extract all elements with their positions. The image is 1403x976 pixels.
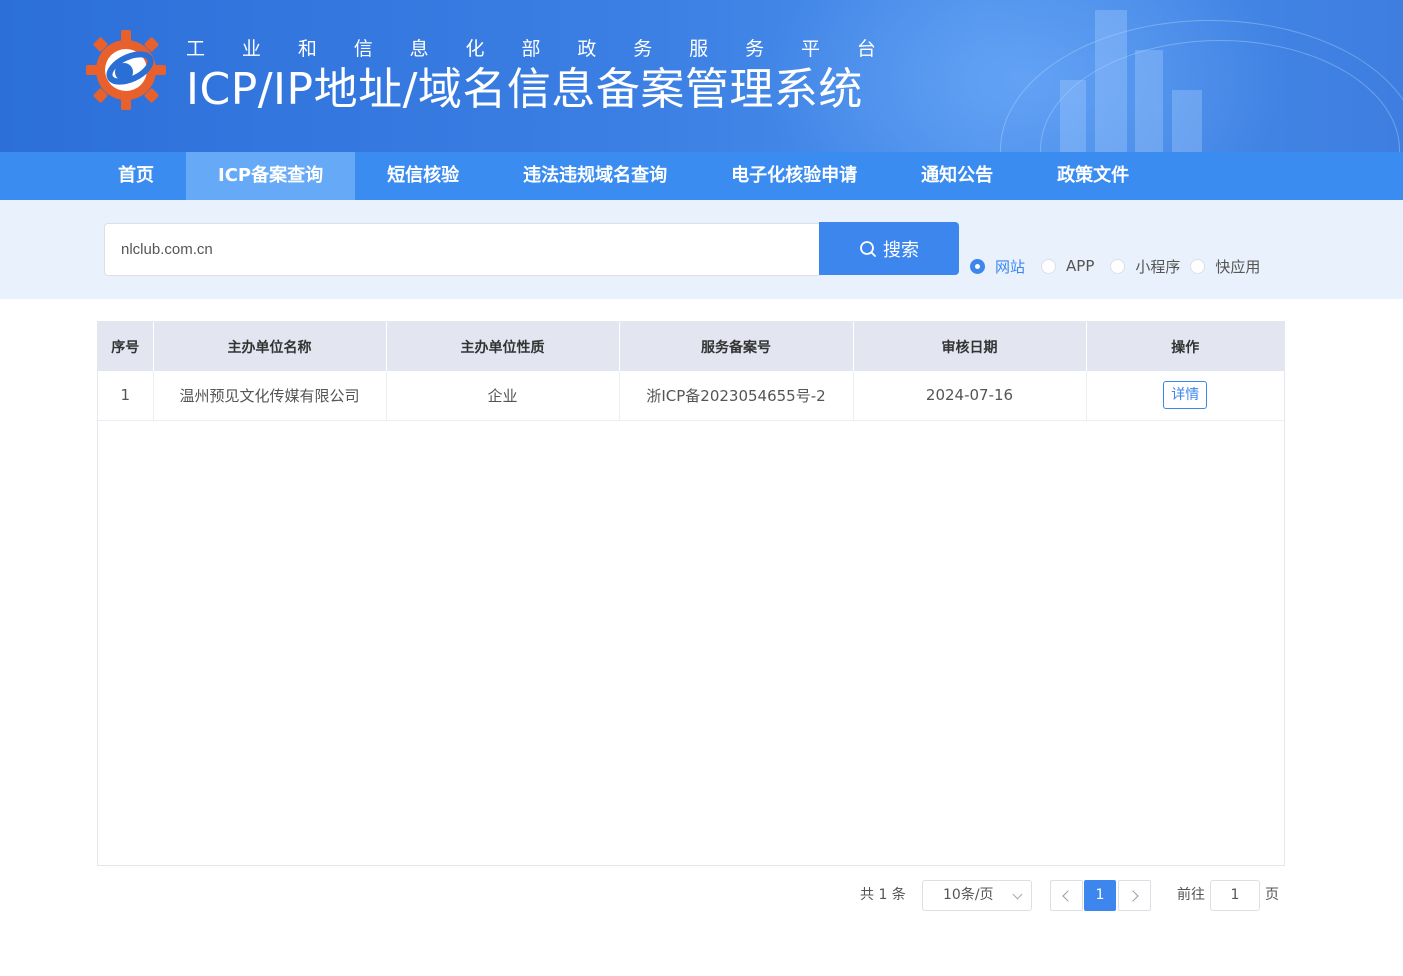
search-input[interactable]: nlclub.com.cn xyxy=(104,223,820,276)
banner-building xyxy=(1135,50,1163,152)
goto-page-input[interactable]: 1 xyxy=(1210,880,1260,911)
pagination-total: 共 1 条 xyxy=(860,887,906,903)
column-header-org-type: 主办单位性质 xyxy=(386,322,620,371)
table-header-row: 序号 主办单位名称 主办单位性质 服务备案号 审核日期 操作 xyxy=(98,322,1284,371)
nav-item-illegal-domain[interactable]: 违法违规域名查询 xyxy=(491,152,699,200)
search-icon xyxy=(860,240,876,257)
cell-index: 1 xyxy=(98,371,154,421)
nav-item-icp-query[interactable]: ICP备案查询 xyxy=(186,152,356,200)
radio-dot xyxy=(970,258,985,274)
subtitle-char: 工 xyxy=(186,38,206,60)
main-nav: 首页 ICP备案查询 短信核验 违法违规域名查询 电子化核验申请 通知公告 政策… xyxy=(0,152,1403,200)
subtitle-char: 务 xyxy=(633,38,653,60)
banner-building xyxy=(1095,10,1127,152)
cell-org-type: 企业 xyxy=(386,371,620,421)
banner-building xyxy=(1060,80,1086,152)
table-row: 1 温州预见文化传媒有限公司 企业 浙ICP备2023054655号-2 202… xyxy=(98,371,1284,421)
detail-button[interactable]: 详情 xyxy=(1163,381,1208,410)
column-header-date: 审核日期 xyxy=(853,322,1087,371)
page-number-current[interactable]: 1 xyxy=(1084,880,1116,911)
subtitle-char: 信 xyxy=(353,38,373,60)
radio-label: 网站 xyxy=(995,257,1026,276)
subtitle-char: 业 xyxy=(241,38,261,60)
nav-item-policies[interactable]: 政策文件 xyxy=(1025,152,1161,200)
cell-date: 2024-07-16 xyxy=(853,371,1087,421)
subtitle-char: 和 xyxy=(297,38,317,60)
subtitle-char: 化 xyxy=(465,38,485,60)
cell-action: 详情 xyxy=(1086,371,1284,421)
radio-app[interactable]: APP xyxy=(1041,257,1094,275)
radio-dot xyxy=(1110,258,1126,274)
chevron-down-icon xyxy=(1012,889,1023,900)
nav-item-e-verify[interactable]: 电子化核验申请 xyxy=(699,152,889,200)
search-button-label: 搜索 xyxy=(883,239,919,261)
results-table: 序号 主办单位名称 主办单位性质 服务备案号 审核日期 操作 1 温州预见文化传… xyxy=(97,321,1285,866)
nav-item-home[interactable]: 首页 xyxy=(86,152,186,200)
radio-dot xyxy=(1041,258,1057,274)
subtitle-char: 务 xyxy=(745,38,765,60)
radio-label: 快应用 xyxy=(1215,257,1261,276)
radio-mini-program[interactable]: 小程序 xyxy=(1110,256,1180,277)
page-size-select[interactable]: 10条/页 xyxy=(922,880,1032,911)
subtitle-char: 政 xyxy=(577,38,597,60)
column-header-action: 操作 xyxy=(1086,322,1284,371)
subtitle-char: 服 xyxy=(689,38,709,60)
cell-org-name: 温州预见文化传媒有限公司 xyxy=(153,371,387,421)
miit-logo-icon xyxy=(86,30,166,110)
radio-label: 小程序 xyxy=(1135,257,1181,276)
goto-suffix: 页 xyxy=(1265,887,1279,903)
column-header-index: 序号 xyxy=(98,322,154,371)
header-banner: 工 业 和 信 息 化 部 政 务 服 务 平 台 ICP/IP地址/域名信息备… xyxy=(0,0,1403,152)
column-header-license: 服务备案号 xyxy=(619,322,854,371)
next-page-button[interactable] xyxy=(1118,880,1151,911)
radio-dot xyxy=(1190,258,1206,274)
subtitle-char: 平 xyxy=(800,38,820,60)
nav-item-sms-verify[interactable]: 短信核验 xyxy=(355,152,491,200)
chevron-right-icon xyxy=(1127,889,1139,902)
search-button[interactable]: 搜索 xyxy=(819,222,959,275)
subtitle-char: 台 xyxy=(856,38,876,60)
subtitle-char: 部 xyxy=(521,38,541,60)
cell-license: 浙ICP备2023054655号-2 xyxy=(619,371,854,421)
radio-website[interactable]: 网站 xyxy=(970,256,1025,277)
prev-page-button[interactable] xyxy=(1050,880,1083,911)
subtitle-char: 息 xyxy=(409,38,429,60)
column-header-org-name: 主办单位名称 xyxy=(153,322,387,371)
nav-item-notices[interactable]: 通知公告 xyxy=(889,152,1025,200)
radio-label: APP xyxy=(1066,257,1095,275)
search-panel: nlclub.com.cn 搜索 网站 APP 小程序 快应用 xyxy=(0,200,1403,299)
platform-subtitle: 工 业 和 信 息 化 部 政 务 服 务 平 台 xyxy=(186,36,876,62)
goto-label: 前往 xyxy=(1177,887,1205,903)
page-size-value: 10条/页 xyxy=(943,887,994,903)
system-title: ICP/IP地址/域名信息备案管理系统 xyxy=(186,64,863,115)
search-type-radio-group: 网站 APP 小程序 快应用 xyxy=(970,256,1276,276)
banner-building xyxy=(1172,90,1202,152)
chevron-left-icon xyxy=(1062,889,1074,902)
radio-quick-app[interactable]: 快应用 xyxy=(1190,256,1260,277)
